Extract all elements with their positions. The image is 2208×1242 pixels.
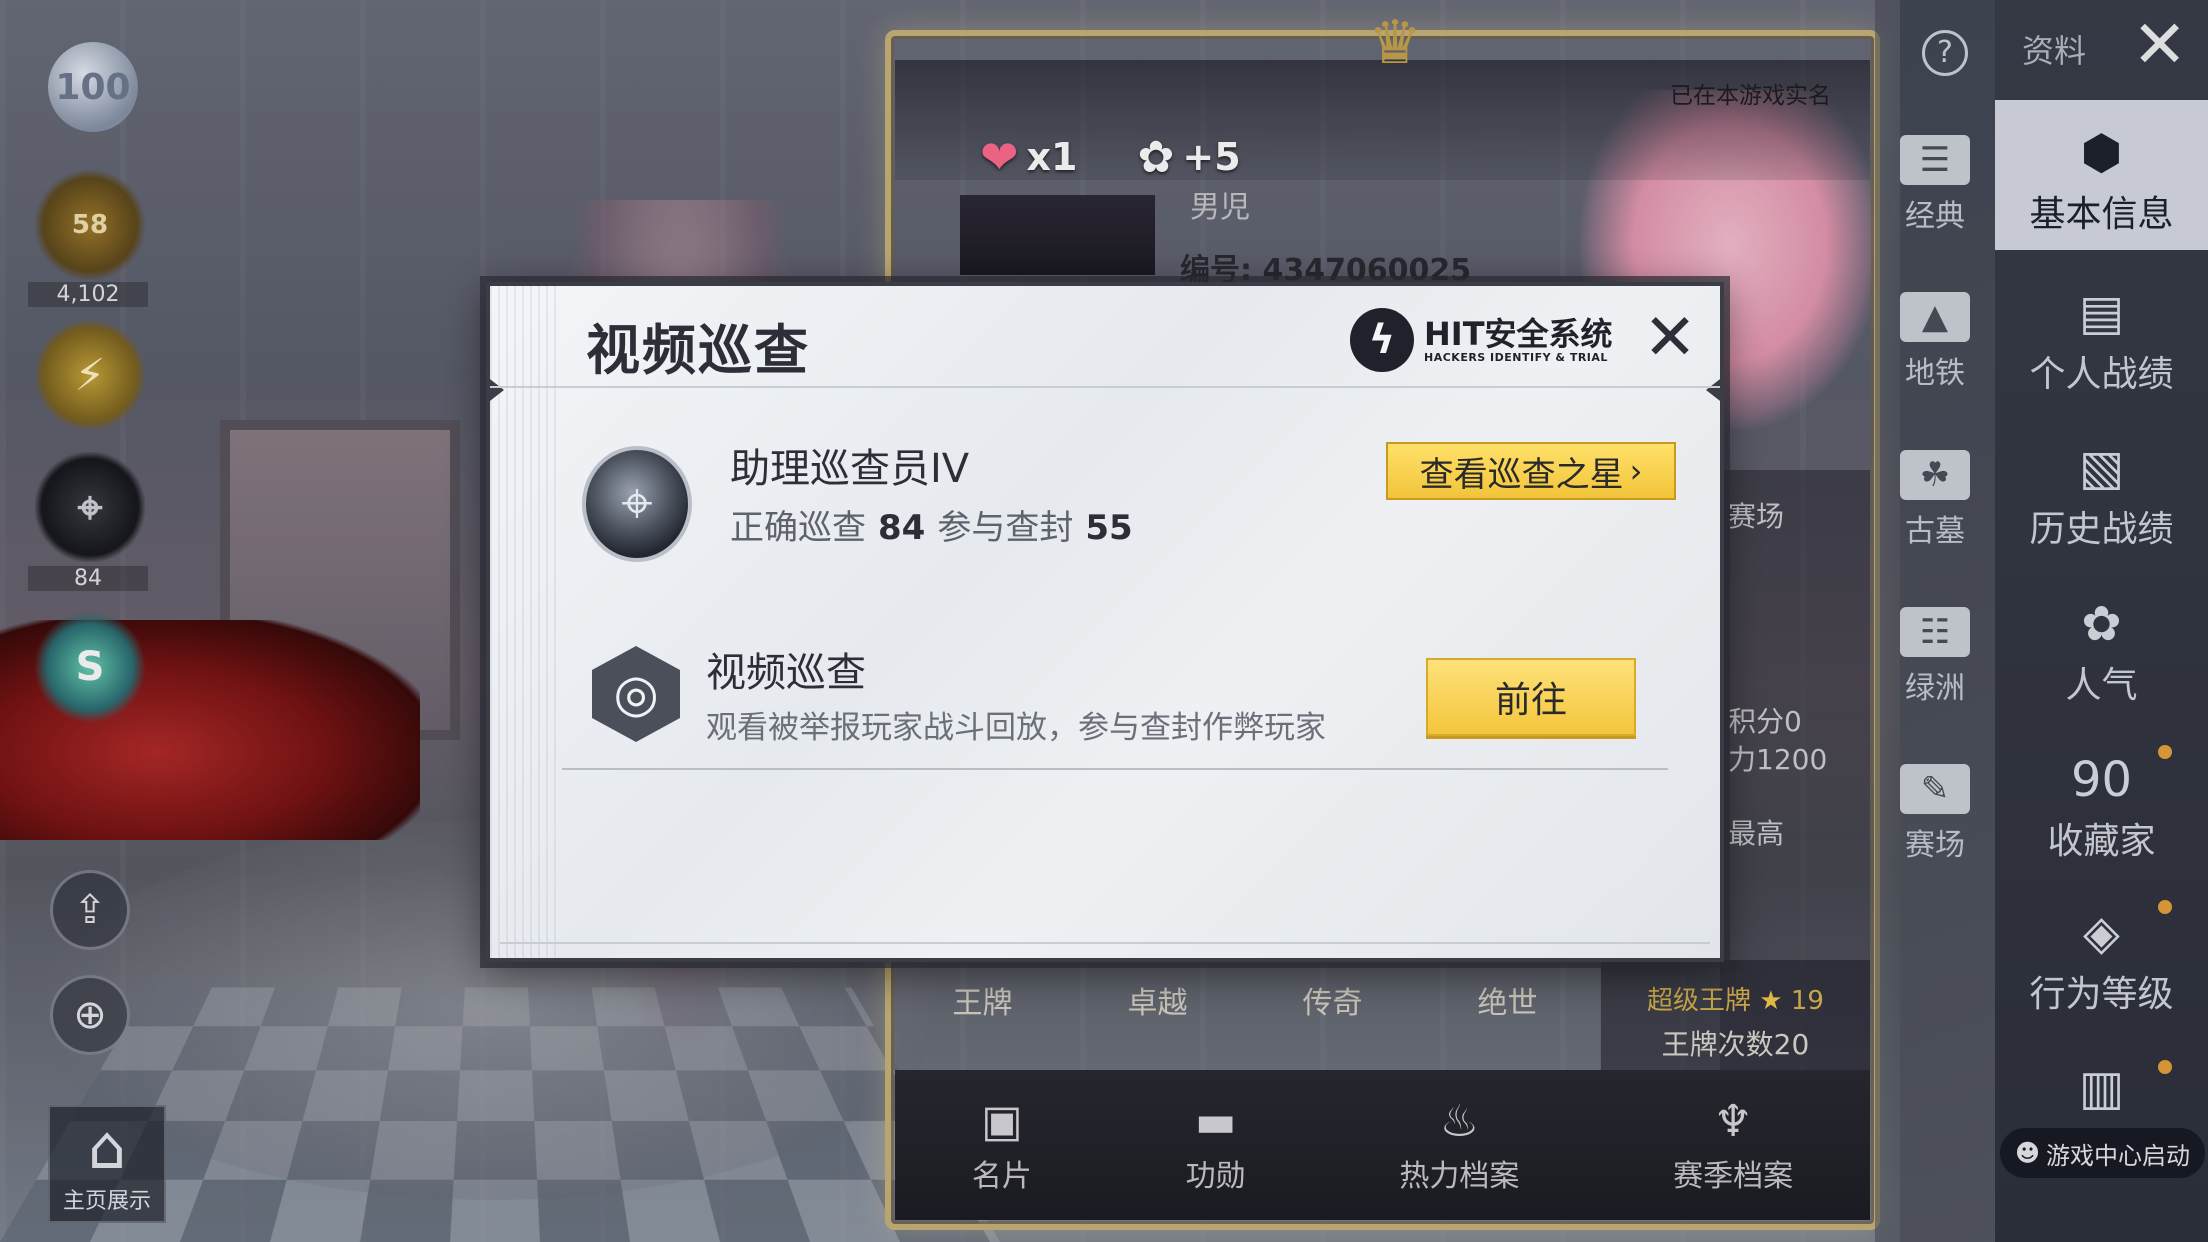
crosshair-icon: ◎ <box>592 646 680 742</box>
task-description: 观看被举报玩家战斗回放，参与查封作弊玩家 <box>706 710 1326 746</box>
hit-bolt-icon: ϟ <box>1350 308 1414 372</box>
correct-label: 正确巡查 <box>730 508 866 548</box>
hit-logo-sub: HACKERS IDENTIFY & TRIAL <box>1424 350 1608 364</box>
chevron-right-icon: › <box>1629 452 1643 490</box>
star-button-label: 查看巡查之星 <box>1419 454 1624 495</box>
ban-label: 参与查封 <box>937 508 1074 548</box>
patrol-rank-icon: ⌖ <box>582 446 692 562</box>
dialog-title: 视频巡查 <box>586 319 810 382</box>
correct-value: 84 <box>878 508 926 548</box>
view-patrol-star-button[interactable]: 查看巡查之星 › <box>1386 442 1676 500</box>
task-divider <box>562 768 1668 770</box>
task-title: 视频巡查 <box>706 650 866 696</box>
footer-divider <box>500 942 1710 944</box>
dialog-notch-right <box>1706 376 1724 404</box>
video-patrol-dialog: 视频巡查 ϟ HIT安全系统 HACKERS IDENTIFY & TRIAL … <box>486 282 1724 962</box>
dialog-close-icon[interactable]: ✕ <box>1638 306 1702 372</box>
ban-value: 55 <box>1085 508 1133 548</box>
hit-logo-main: HIT安全系统 <box>1424 314 1613 353</box>
patrol-rank-stats: 正确巡查 84 参与查封 55 <box>730 500 1145 549</box>
patrol-rank-name: 助理巡查员IV <box>730 446 970 492</box>
dialog-notch-left <box>486 376 504 404</box>
go-button[interactable]: 前往 <box>1426 658 1636 736</box>
header-divider <box>490 386 1720 388</box>
hit-security-logo: ϟ HIT安全系统 HACKERS IDENTIFY & TRIAL <box>1350 308 1613 372</box>
